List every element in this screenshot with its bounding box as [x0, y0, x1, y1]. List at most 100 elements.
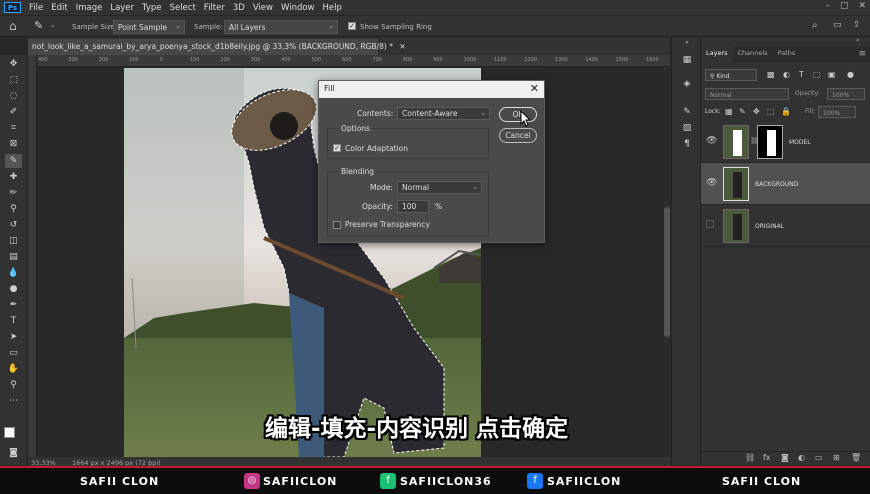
kind-filter-select[interactable]: ⚲ Kind: [705, 69, 757, 81]
collapse-icon[interactable]: «: [680, 39, 694, 51]
layer-fill-input[interactable]: 100%: [818, 106, 856, 118]
eyedropper-preset-icon[interactable]: ✎: [34, 19, 43, 32]
filter-smart-object-icon[interactable]: ▣: [828, 70, 836, 79]
new-group-icon[interactable]: ▭: [815, 453, 823, 462]
menu-type[interactable]: Type: [138, 3, 166, 13]
lasso-tool-icon[interactable]: ◌: [5, 89, 22, 103]
blur-tool-icon[interactable]: 💧: [5, 266, 22, 280]
visibility-eye-icon[interactable]: 👁: [706, 178, 717, 188]
tab-channels[interactable]: Channels: [733, 46, 773, 62]
layer-style-icon[interactable]: fx: [763, 453, 771, 462]
layer-opacity-input[interactable]: 100%: [827, 88, 865, 100]
contents-select[interactable]: Content-Aware ⌄: [397, 107, 490, 120]
share-icon[interactable]: ⇪: [853, 20, 861, 30]
filter-pixel-icon[interactable]: ▩: [767, 70, 775, 79]
layer-row-background[interactable]: 👁 BACKGROUND: [701, 163, 870, 205]
opacity-input[interactable]: 100: [397, 200, 429, 213]
maximize-icon[interactable]: ▢: [840, 1, 849, 11]
lock-position-icon[interactable]: ✥: [753, 107, 760, 116]
paragraph-panel-icon[interactable]: ¶: [680, 139, 694, 151]
close-icon[interactable]: ✕: [530, 82, 539, 95]
type-tool-icon[interactable]: T: [5, 314, 22, 328]
minimize-icon[interactable]: –: [825, 1, 830, 11]
menu-layer[interactable]: Layer: [106, 3, 138, 13]
adjustments-icon[interactable]: ▨: [680, 123, 694, 135]
crop-tool-icon[interactable]: ⌗: [5, 121, 22, 135]
lock-image-icon[interactable]: ✎: [739, 107, 746, 116]
more-tools-icon[interactable]: ⋯: [5, 394, 22, 408]
path-selection-tool-icon[interactable]: ➤: [5, 330, 22, 344]
layer-row-original[interactable]: ORIGINAL: [701, 205, 870, 247]
layer-row-model[interactable]: 👁 ⛓ MODEL: [701, 121, 870, 163]
sample-select[interactable]: All Layers ⌄: [224, 20, 338, 34]
filter-adjustment-icon[interactable]: ◐: [783, 70, 790, 79]
close-tab-icon[interactable]: ✕: [399, 42, 405, 51]
dodge-tool-icon[interactable]: ●: [5, 282, 22, 296]
lock-transparent-icon[interactable]: ▦: [725, 107, 733, 116]
document-tab[interactable]: not_look_like_a_samurai_by_arya_poenya_s…: [28, 39, 406, 55]
move-tool-icon[interactable]: ✥: [5, 57, 22, 71]
close-window-icon[interactable]: ✕: [858, 1, 866, 11]
menu-3d[interactable]: 3D: [229, 3, 249, 13]
adjustment-layer-icon[interactable]: ◐: [798, 453, 805, 462]
add-mask-icon[interactable]: ◙: [781, 453, 789, 462]
history-panel-icon[interactable]: ▦: [680, 55, 694, 67]
properties-panel-icon[interactable]: ◈: [680, 79, 694, 91]
filter-toggle-icon[interactable]: ●: [847, 70, 854, 79]
layer-mask-thumbnail[interactable]: [757, 125, 783, 159]
menu-filter[interactable]: Filter: [200, 3, 229, 13]
panel-menu-icon[interactable]: ≡: [854, 46, 870, 62]
healing-brush-tool-icon[interactable]: ✚: [5, 170, 22, 184]
eyedropper-tool-icon[interactable]: ✎: [5, 154, 22, 168]
history-brush-tool-icon[interactable]: ↺: [5, 218, 22, 232]
eraser-tool-icon[interactable]: ◫: [5, 234, 22, 248]
menu-image[interactable]: Image: [72, 3, 107, 13]
sampling-ring-checkbox[interactable]: ✓: [348, 22, 356, 30]
chevron-down-icon[interactable]: ⌄: [50, 21, 56, 29]
chevron-right-icon[interactable]: ›: [148, 458, 151, 466]
collapse-panel-icon[interactable]: «: [856, 37, 860, 44]
blend-mode-select[interactable]: Normal: [705, 88, 789, 100]
delete-layer-icon[interactable]: 🗑: [851, 453, 861, 462]
lock-artboard-icon[interactable]: ⬚: [767, 107, 775, 116]
tab-layers[interactable]: Layers: [701, 46, 733, 62]
mode-select[interactable]: Normal ⌄: [397, 181, 482, 194]
vertical-scrollbar[interactable]: [663, 67, 671, 457]
filter-type-icon[interactable]: T: [799, 70, 804, 79]
quick-selection-tool-icon[interactable]: ✐: [5, 105, 22, 119]
search-icon[interactable]: ⌕: [812, 20, 818, 31]
filter-shape-icon[interactable]: ⬚: [813, 70, 821, 79]
workspace-icon[interactable]: ▭: [833, 20, 842, 30]
layer-name[interactable]: MODEL: [789, 139, 811, 146]
tab-paths[interactable]: Paths: [773, 46, 801, 62]
menu-view[interactable]: View: [249, 3, 277, 13]
home-icon[interactable]: ⌂: [9, 19, 17, 33]
brush-settings-icon[interactable]: ✎: [680, 107, 694, 119]
lock-all-icon[interactable]: 🔒: [781, 107, 791, 116]
menu-file[interactable]: File: [25, 3, 47, 13]
color-adaptation-checkbox[interactable]: ✓: [333, 144, 341, 152]
cancel-button[interactable]: Cancel: [499, 128, 537, 143]
sample-size-select[interactable]: Point Sample ⌄: [113, 20, 185, 34]
frame-tool-icon[interactable]: ⊠: [5, 137, 22, 151]
layer-name[interactable]: BACKGROUND: [755, 181, 798, 188]
menu-help[interactable]: Help: [319, 3, 346, 13]
scrollbar-thumb[interactable]: [664, 207, 670, 337]
visibility-off-box[interactable]: [706, 220, 714, 228]
clone-stamp-tool-icon[interactable]: ⚲: [5, 202, 22, 216]
visibility-eye-icon[interactable]: 👁: [706, 136, 717, 146]
brush-tool-icon[interactable]: ✏: [5, 186, 22, 200]
preserve-transparency-checkbox[interactable]: [333, 221, 341, 229]
link-layers-icon[interactable]: ⛓: [745, 453, 755, 462]
pen-tool-icon[interactable]: ✒: [5, 298, 22, 312]
zoom-tool-icon[interactable]: ⚲: [5, 378, 22, 392]
foreground-color-swatch[interactable]: [4, 427, 15, 438]
rectangle-tool-icon[interactable]: ▭: [5, 346, 22, 360]
menu-edit[interactable]: Edit: [47, 3, 71, 13]
layer-name[interactable]: ORIGINAL: [755, 223, 784, 230]
quick-mask-icon[interactable]: ◙: [5, 446, 22, 460]
gradient-tool-icon[interactable]: ▤: [5, 250, 22, 264]
menu-window[interactable]: Window: [277, 3, 319, 13]
marquee-tool-icon[interactable]: ⬚: [5, 73, 22, 87]
hand-tool-icon[interactable]: ✋: [5, 362, 22, 376]
